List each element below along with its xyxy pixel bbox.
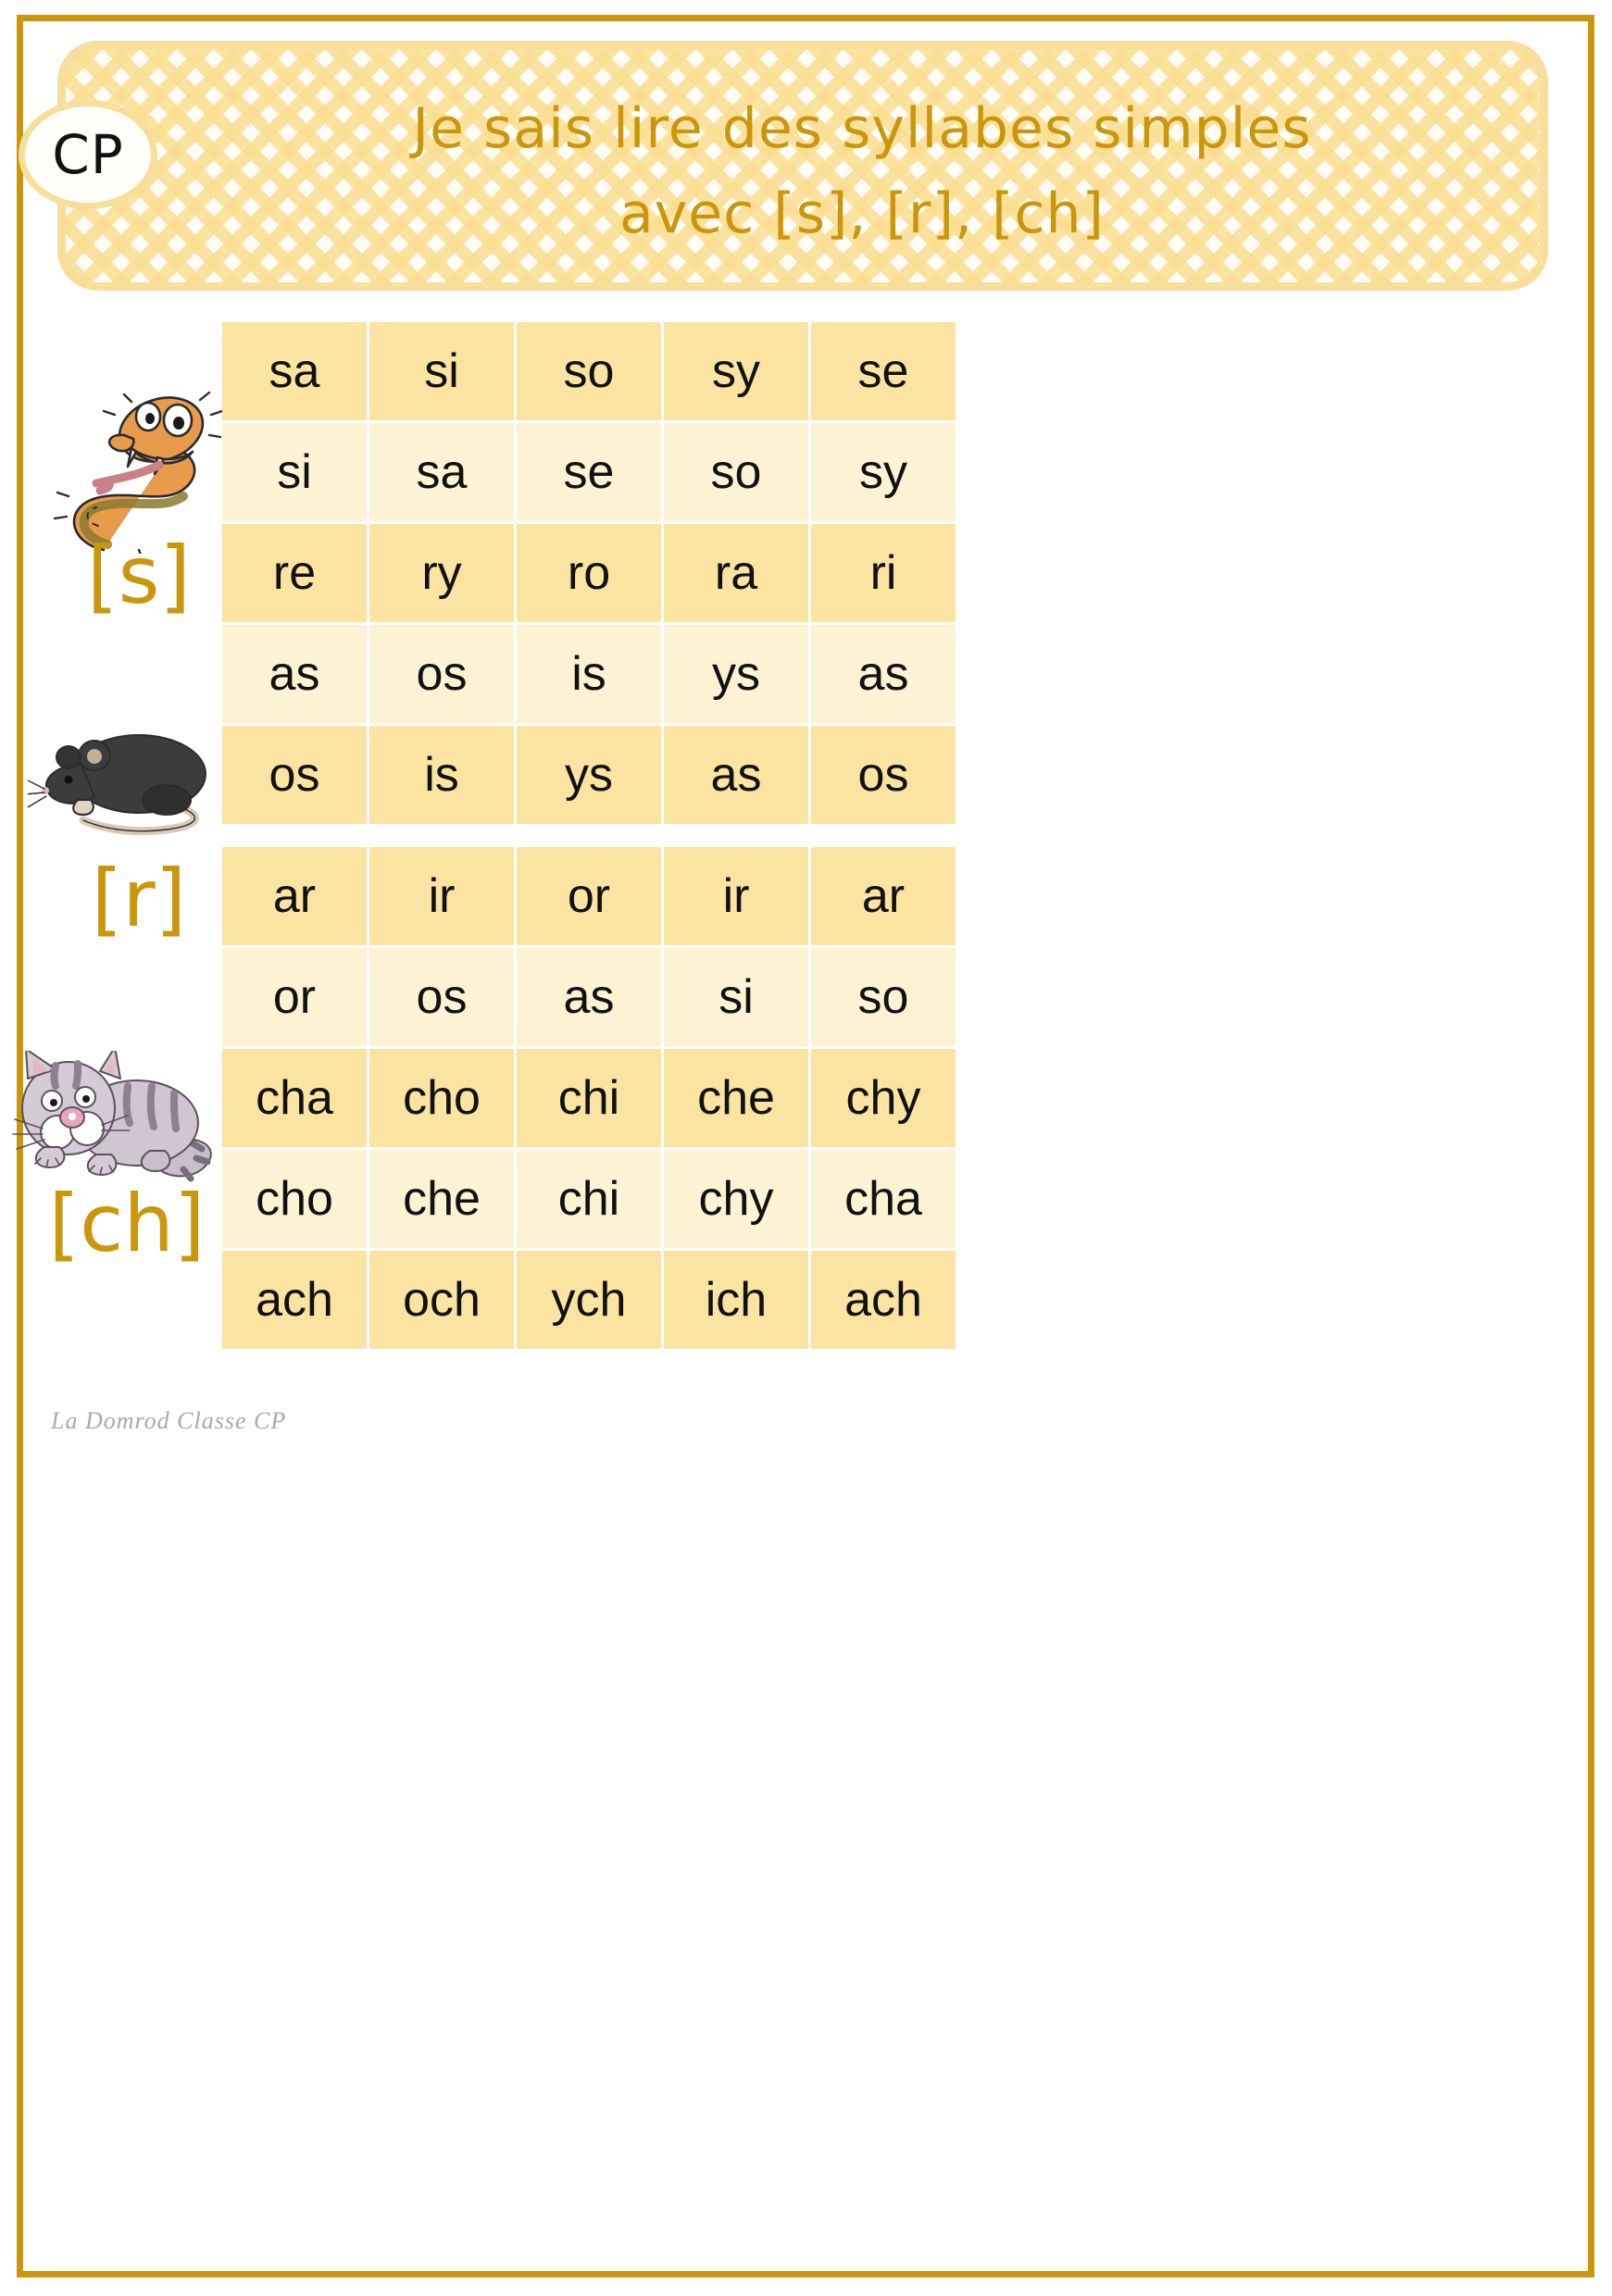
snake-illustration: [43, 387, 228, 563]
table-group-gap: [222, 827, 958, 847]
syllable-cell: is: [369, 726, 514, 824]
syllable-cell: che: [369, 1150, 514, 1248]
syllable-cell: os: [811, 726, 956, 824]
syllable-cell: ys: [517, 726, 661, 824]
table-row: ach och ych ich ach: [222, 1251, 958, 1349]
left-illustration-column: [s] [r] [ch]: [0, 0, 224, 2296]
syllable-cell: ro: [517, 524, 661, 622]
syllable-cell: ach: [811, 1251, 956, 1349]
syllable-cell: sa: [369, 423, 514, 521]
syllable-cell: as: [664, 726, 808, 824]
grade-badge-label: CP: [52, 123, 124, 186]
syllable-cell: ich: [664, 1251, 808, 1349]
syllable-cell: ir: [369, 847, 514, 945]
syllable-cell: chi: [517, 1150, 661, 1248]
syllable-cell: chy: [664, 1150, 808, 1248]
syllable-cell: as: [222, 625, 367, 723]
syllable-cell: ach: [222, 1251, 367, 1349]
syllable-cell: re: [222, 524, 367, 622]
syllable-cell: ar: [811, 847, 956, 945]
phoneme-label-s: [s]: [87, 530, 191, 622]
syllable-cell: cho: [369, 1049, 514, 1147]
syllable-cell: chy: [811, 1049, 956, 1147]
table-row: re ry ro ra ri: [222, 524, 958, 622]
footer-signature: La Domrod Classe CP: [51, 1407, 287, 1434]
syllable-cell: or: [517, 847, 661, 945]
table-row: sa si so sy se: [222, 322, 958, 420]
page-title: Je sais lire des syllabes simples avec […: [205, 86, 1519, 256]
syllable-cell: ir: [664, 847, 808, 945]
syllable-cell: si: [222, 423, 367, 521]
syllable-cell: so: [517, 322, 661, 420]
syllable-cell: ych: [517, 1251, 661, 1349]
syllable-cell: cha: [811, 1150, 956, 1248]
table-row: os is ys as os: [222, 726, 958, 824]
syllable-table: sa si so sy se si sa se so sy re ry ro ra ri as os is ys as…: [222, 322, 958, 1352]
syllable-cell: ar: [222, 847, 367, 945]
syllable-cell: os: [369, 948, 514, 1046]
syllable-cell: sy: [664, 322, 808, 420]
syllable-cell: ra: [664, 524, 808, 622]
phoneme-label-r: [r]: [91, 853, 187, 945]
syllable-cell: ry: [369, 524, 514, 622]
grade-badge: CP: [19, 100, 157, 209]
syllable-cell: is: [517, 625, 661, 723]
title-line-2: avec [s], [r], [ch]: [619, 181, 1105, 246]
syllable-cell: che: [664, 1049, 808, 1147]
table-row: ar ir or ir ar: [222, 847, 958, 945]
syllable-cell: as: [811, 625, 956, 723]
syllable-cell: as: [517, 948, 661, 1046]
syllable-cell: si: [369, 322, 514, 420]
syllable-cell: os: [369, 625, 514, 723]
syllable-cell: ys: [664, 625, 808, 723]
rat-illustration: [23, 707, 227, 837]
table-row: or os as si so: [222, 948, 958, 1046]
phoneme-label-ch: [ch]: [48, 1178, 206, 1270]
syllable-cell: or: [222, 948, 367, 1046]
syllable-cell: sy: [811, 423, 956, 521]
cat-illustration: [11, 1046, 229, 1190]
syllable-cell: cha: [222, 1049, 367, 1147]
syllable-cell: so: [811, 948, 956, 1046]
header-banner: Je sais lire des syllabes simples avec […: [57, 41, 1548, 291]
syllable-cell: so: [664, 423, 808, 521]
syllable-cell: se: [517, 423, 661, 521]
syllable-cell: se: [811, 322, 956, 420]
table-row: si sa se so sy: [222, 423, 958, 521]
syllable-cell: chi: [517, 1049, 661, 1147]
syllable-cell: cho: [222, 1150, 367, 1248]
title-line-1: Je sais lire des syllabes simples: [412, 96, 1312, 161]
table-row: as os is ys as: [222, 625, 958, 723]
table-row: cho che chi chy cha: [222, 1150, 958, 1248]
syllable-cell: os: [222, 726, 367, 824]
table-row: cha cho chi che chy: [222, 1049, 958, 1147]
syllable-cell: sa: [222, 322, 367, 420]
syllable-cell: och: [369, 1251, 514, 1349]
syllable-cell: ri: [811, 524, 956, 622]
syllable-cell: si: [664, 948, 808, 1046]
